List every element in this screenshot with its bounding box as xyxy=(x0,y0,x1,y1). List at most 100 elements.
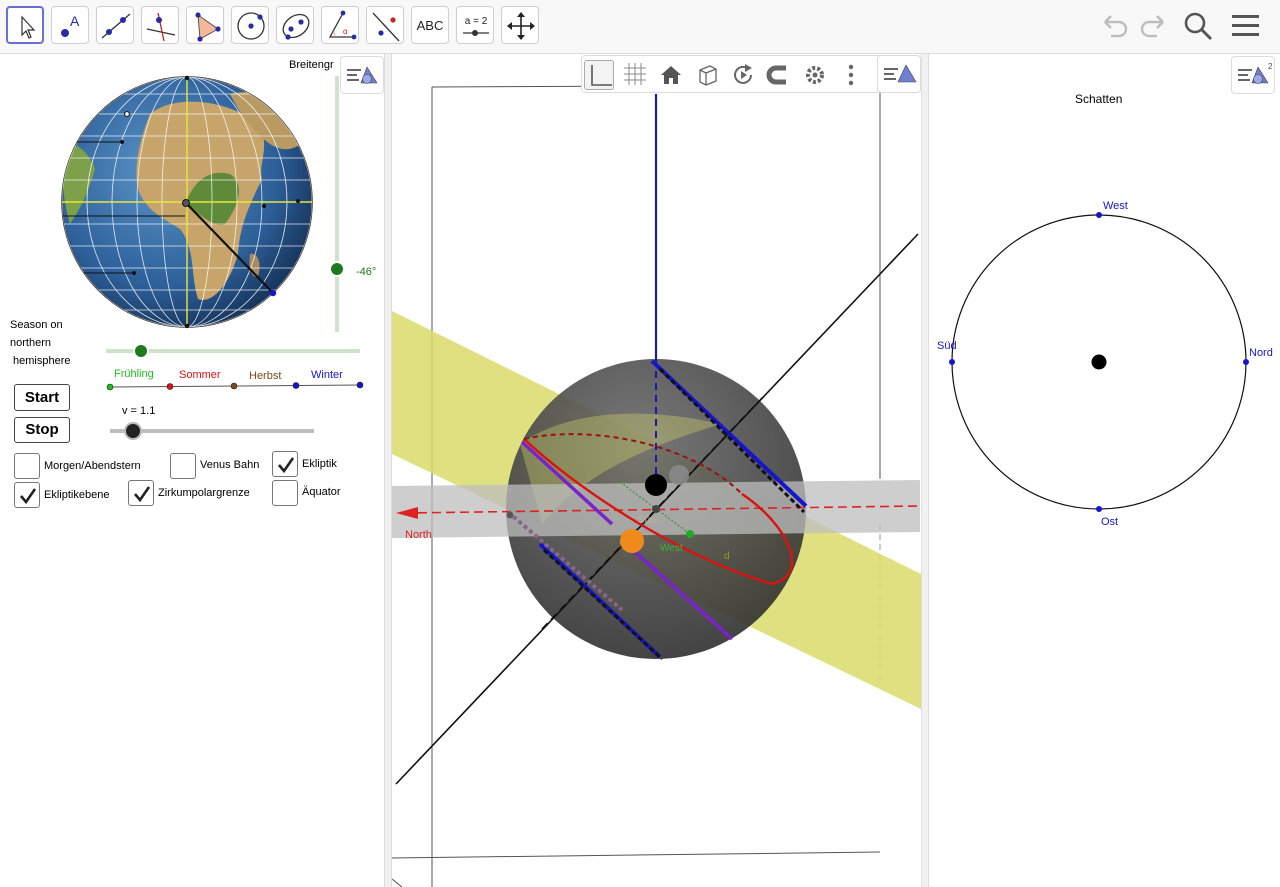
latitude-label: Breitengr xyxy=(289,59,334,71)
magnet-icon xyxy=(766,65,786,85)
earth-marker[interactable] xyxy=(645,474,667,496)
view3d-style-bar-button[interactable] xyxy=(877,55,921,93)
text-tool-button[interactable]: ABC xyxy=(411,6,449,44)
d-label: d xyxy=(724,551,730,562)
west-3d-label: West xyxy=(660,543,683,554)
checkmark-icon xyxy=(20,488,37,505)
compass-ost: Ost xyxy=(1101,516,1119,528)
polygon-tool-button[interactable] xyxy=(186,6,224,44)
ellipse-icon xyxy=(282,13,310,40)
season-label-1: Season on xyxy=(10,319,63,331)
compass-sued: Süd xyxy=(937,340,957,352)
style-bar-toggle-icon xyxy=(347,66,378,84)
settings-button[interactable] xyxy=(800,60,830,90)
shadow-center-point[interactable] xyxy=(1091,354,1107,370)
checkbox-aequator-label: Äquator xyxy=(302,486,341,498)
season-herbst: Herbst xyxy=(249,370,282,382)
speed-label: v = 1.1 xyxy=(122,405,156,417)
line-icon xyxy=(101,13,131,39)
panel-divider-right[interactable] xyxy=(921,54,929,887)
perpendicular-tool-button[interactable] xyxy=(141,6,179,44)
menu-icon[interactable] xyxy=(1230,10,1262,42)
speed-slider-handle[interactable] xyxy=(124,422,142,440)
compass-nord: Nord xyxy=(1249,347,1273,359)
axes-icon xyxy=(591,65,612,86)
right-style-bar-button[interactable]: 2 xyxy=(1231,56,1275,94)
checkbox-ekliptikebene-label: Ekliptikebene xyxy=(44,489,110,501)
svg-text:α: α xyxy=(343,27,348,36)
style-bar-toggle-icon: 2 xyxy=(1238,62,1273,84)
sun-marker[interactable] xyxy=(620,529,644,553)
scene-3d xyxy=(392,84,921,887)
style-bar-toggle-icon xyxy=(884,64,917,83)
checkbox-morgen-abendstern[interactable] xyxy=(14,453,40,479)
text-icon: ABC xyxy=(416,18,444,33)
season-label-3: hemisphere xyxy=(13,355,71,367)
slider-tool-button[interactable]: a = 2 xyxy=(456,6,494,44)
shadow-graphics-view[interactable]: Schatten West Süd Nord Ost 2 xyxy=(929,54,1280,887)
reflect-tool-button[interactable] xyxy=(366,6,404,44)
slider-icon: a = 2 xyxy=(463,16,489,36)
move-view-tool-button[interactable] xyxy=(501,6,539,44)
season-fruehling: Frühling xyxy=(114,368,154,380)
rotate-view-icon xyxy=(734,64,752,84)
left-style-bar-button[interactable] xyxy=(340,56,384,94)
checkbox-venus-bahn-label: Venus Bahn xyxy=(200,459,260,471)
axes-toggle-button[interactable] xyxy=(584,60,614,90)
slider-tool-label: a = 2 xyxy=(465,16,488,27)
season-slider-handle[interactable] xyxy=(133,343,149,359)
search-icon[interactable] xyxy=(1182,10,1214,42)
graphics-3d-view[interactable]: North Sun West d xyxy=(392,54,921,887)
reflect-line-icon xyxy=(372,12,400,42)
undo-icon[interactable] xyxy=(1099,10,1131,42)
latitude-slider-handle[interactable] xyxy=(329,261,345,277)
angle-icon: α xyxy=(328,10,357,40)
toolbar: A α ABC a = 2 xyxy=(0,0,1280,54)
perpendicular-line-icon xyxy=(146,12,176,42)
checkbox-ekliptik[interactable] xyxy=(272,451,298,477)
home-view-button[interactable] xyxy=(656,60,686,90)
snap-button[interactable] xyxy=(764,60,794,90)
move-graphics-icon xyxy=(507,12,535,40)
compass-west: West xyxy=(1103,200,1128,212)
more-vertical-icon xyxy=(848,64,854,86)
checkbox-venus-bahn[interactable] xyxy=(170,453,196,479)
view-cube-icon xyxy=(699,65,717,86)
north-label: North xyxy=(405,529,432,541)
start-button[interactable]: Start xyxy=(14,384,70,411)
season-sommer: Sommer xyxy=(179,369,221,381)
gear-icon xyxy=(806,66,824,84)
grid-icon xyxy=(624,63,646,85)
sun-label: Sun xyxy=(638,515,656,526)
compass-drawing xyxy=(949,212,1249,512)
graphics-view-bar xyxy=(581,55,911,93)
circle-tool-button[interactable] xyxy=(231,6,269,44)
polygon-icon xyxy=(195,12,221,42)
checkbox-ekliptikebene[interactable] xyxy=(14,482,40,508)
view-cube-button[interactable] xyxy=(692,60,722,90)
algebra-graphics-panel: Breitengr -46° Season on northern hemisp… xyxy=(0,54,384,887)
point-tool-button[interactable]: A xyxy=(51,6,89,44)
svg-text:2: 2 xyxy=(1268,62,1273,71)
rotate-view-button[interactable] xyxy=(728,60,758,90)
angle-tool-button[interactable]: α xyxy=(321,6,359,44)
season-winter: Winter xyxy=(311,369,343,381)
point-tool-letter: A xyxy=(70,13,80,29)
ellipse-tool-button[interactable] xyxy=(276,6,314,44)
move-tool-button[interactable] xyxy=(6,6,44,44)
checkbox-aequator[interactable] xyxy=(272,480,298,506)
checkbox-zirkumpolargrenze-label: Zirkumpolargrenze xyxy=(158,487,250,499)
grid-toggle-button[interactable] xyxy=(620,60,650,90)
point-icon: A xyxy=(61,13,80,37)
checkbox-ekliptik-label: Ekliptik xyxy=(302,458,337,470)
checkmark-icon xyxy=(278,457,295,474)
checkbox-zirkumpolargrenze[interactable] xyxy=(128,480,154,506)
checkbox-morgen-abendstern-label: Morgen/Abendstern xyxy=(44,460,141,472)
more-options-button[interactable] xyxy=(836,60,866,90)
stop-button[interactable]: Stop xyxy=(14,417,70,443)
latitude-value: -46° xyxy=(356,266,377,278)
redo-icon[interactable] xyxy=(1137,10,1169,42)
panel-divider-left[interactable] xyxy=(384,54,392,887)
line-tool-button[interactable] xyxy=(96,6,134,44)
home-icon xyxy=(661,66,681,84)
